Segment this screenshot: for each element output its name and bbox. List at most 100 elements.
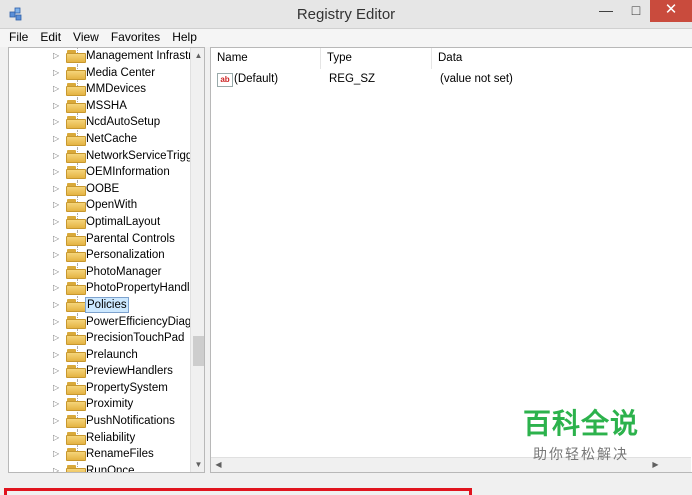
tree-item[interactable]: ▷ PushNotifications <box>9 413 189 430</box>
tree-item[interactable]: ▷ PowerEfficiencyDiagr <box>9 313 195 331</box>
tree-item[interactable]: ▷ RenameFiles <box>9 446 189 463</box>
tree-item-label: Reliability <box>86 431 136 444</box>
expand-arrow-icon[interactable]: ▷ <box>53 164 63 180</box>
expand-arrow-icon[interactable]: ▷ <box>53 297 63 313</box>
expand-arrow-icon[interactable]: ▷ <box>53 413 63 429</box>
tree-item[interactable]: ▷ RunOnce <box>9 462 189 473</box>
tree-item[interactable]: ▷ Management Infrastru <box>9 48 199 65</box>
tree-item[interactable]: ▷ MSSHA <box>9 97 189 115</box>
tree-item[interactable]: ▷ OEMInformation <box>9 164 189 181</box>
key-tree: ▷ Management Infrastru ▷ Media Center ▷ MMDev… <box>9 48 199 473</box>
folder-icon <box>66 365 86 379</box>
maximize-button[interactable]: □ <box>622 0 650 22</box>
folder-icon <box>66 249 86 263</box>
tree-item[interactable]: ▷ PhotoManager <box>9 263 189 281</box>
expand-arrow-icon[interactable]: ▷ <box>53 280 63 296</box>
menu-file[interactable]: File <box>0 29 34 47</box>
minimize-button[interactable]: — <box>590 0 622 22</box>
scroll-right-arrow-icon[interactable]: ▶ <box>648 458 663 472</box>
expand-arrow-icon[interactable]: ▷ <box>53 264 63 280</box>
tree-item-label: MSSHA <box>86 99 127 112</box>
tree-item[interactable]: ▷ Media Center <box>9 64 189 82</box>
tree-item-label: MMDevices <box>86 83 147 96</box>
tree-item-label: Personalization <box>86 249 165 262</box>
tree-item[interactable]: ▷ Prelaunch <box>9 346 189 364</box>
status-bar-highlight-frame <box>4 488 472 495</box>
folder-icon <box>66 116 86 130</box>
scroll-thumb[interactable] <box>193 336 204 366</box>
expand-arrow-icon[interactable]: ▷ <box>53 380 63 396</box>
value-name: (Default) <box>234 73 279 85</box>
folder-icon <box>66 132 86 146</box>
folder-icon <box>66 199 86 213</box>
expand-arrow-icon[interactable]: ▷ <box>53 114 63 130</box>
expand-arrow-icon[interactable]: ▷ <box>53 347 63 363</box>
expand-arrow-icon[interactable]: ▷ <box>53 48 63 64</box>
folder-icon <box>66 166 86 180</box>
watermark-title: 百科全说 <box>522 407 639 440</box>
expand-arrow-icon[interactable]: ▷ <box>53 81 63 97</box>
tree-item[interactable]: ▷ OpenWith <box>9 197 189 214</box>
expand-arrow-icon[interactable]: ▷ <box>53 65 63 81</box>
expand-arrow-icon[interactable]: ▷ <box>53 463 63 472</box>
scroll-up-arrow-icon[interactable]: ▲ <box>191 48 204 63</box>
close-button[interactable]: ✕ <box>650 0 692 22</box>
tree-item[interactable]: ▷ NetCache <box>9 130 189 148</box>
tree-item[interactable]: ▷ Reliability <box>9 429 189 447</box>
expand-arrow-icon[interactable]: ▷ <box>53 314 63 330</box>
expand-arrow-icon[interactable]: ▷ <box>53 148 63 164</box>
folder-icon <box>66 464 86 472</box>
expand-arrow-icon[interactable]: ▷ <box>53 181 63 197</box>
menu-edit[interactable]: Edit <box>34 29 67 47</box>
tree-item[interactable]: ▷ PropertySystem <box>9 379 189 397</box>
tree-item[interactable]: ▷ Proximity <box>9 396 189 414</box>
menu-help[interactable]: Help <box>166 29 203 47</box>
expand-arrow-icon[interactable]: ▷ <box>53 98 63 114</box>
expand-arrow-icon[interactable]: ▷ <box>53 330 63 346</box>
expand-arrow-icon[interactable]: ▷ <box>53 214 63 230</box>
column-header-data[interactable]: Data <box>432 48 692 69</box>
tree-item-label: PreviewHandlers <box>86 365 173 378</box>
tree-item-label: PushNotifications <box>86 415 175 428</box>
tree-item[interactable]: ▷ MMDevices <box>9 81 189 98</box>
folder-icon <box>66 298 86 312</box>
tree-item[interactable]: ▷ NcdAutoSetup <box>9 114 189 131</box>
tree-item[interactable]: ▷ OptimalLayout <box>9 213 189 231</box>
column-header-type[interactable]: Type <box>321 48 432 69</box>
expand-arrow-icon[interactable]: ▷ <box>53 197 63 213</box>
column-header-name[interactable]: Name <box>211 48 321 69</box>
menu-favorites[interactable]: Favorites <box>105 29 166 47</box>
expand-arrow-icon[interactable]: ▷ <box>53 231 63 247</box>
expand-arrow-icon[interactable]: ▷ <box>53 363 63 379</box>
tree-item[interactable]: ▷ PreviewHandlers <box>9 363 189 380</box>
tree-item[interactable]: ▷ PhotoPropertyHandle <box>9 280 196 297</box>
tree-item-label: Media Center <box>86 66 156 79</box>
expand-arrow-icon[interactable]: ▷ <box>53 446 63 462</box>
tree-item[interactable]: ▷ NetworkServiceTrigge <box>9 147 199 165</box>
tree-item-label: PrecisionTouchPad <box>86 332 185 345</box>
tree-item-label: RunOnce <box>86 464 135 473</box>
expand-arrow-icon[interactable]: ▷ <box>53 396 63 412</box>
expand-arrow-icon[interactable]: ▷ <box>53 430 63 446</box>
tree-item[interactable]: ▷ OOBE <box>9 180 189 198</box>
folder-icon <box>66 282 86 296</box>
tree-item[interactable]: ▷ Policies <box>9 296 189 314</box>
scroll-down-arrow-icon[interactable]: ▼ <box>191 457 204 472</box>
tree-item[interactable]: ▷ PrecisionTouchPad <box>9 330 189 347</box>
value-data: (value not set) <box>440 73 513 85</box>
folder-icon <box>66 431 86 445</box>
tree-item-label: NetworkServiceTrigge <box>86 149 199 162</box>
scroll-left-arrow-icon[interactable]: ◀ <box>211 458 226 472</box>
tree-item[interactable]: ▷ Personalization <box>9 247 189 264</box>
expand-arrow-icon[interactable]: ▷ <box>53 131 63 147</box>
folder-icon <box>66 149 86 163</box>
value-row[interactable]: ab (Default) REG_SZ (value not set) <box>211 71 691 89</box>
tree-vertical-scrollbar[interactable]: ▲ ▼ <box>190 48 204 472</box>
expand-arrow-icon[interactable]: ▷ <box>53 247 63 263</box>
tree-item-label: OptimalLayout <box>86 215 161 228</box>
tree-item-label: PhotoManager <box>86 265 162 278</box>
folder-icon <box>66 398 86 412</box>
tree-item[interactable]: ▷ Parental Controls <box>9 230 189 248</box>
menu-view[interactable]: View <box>67 29 105 47</box>
key-tree-pane[interactable]: ▷ Management Infrastru ▷ Media Center ▷ MMDev… <box>8 47 205 473</box>
